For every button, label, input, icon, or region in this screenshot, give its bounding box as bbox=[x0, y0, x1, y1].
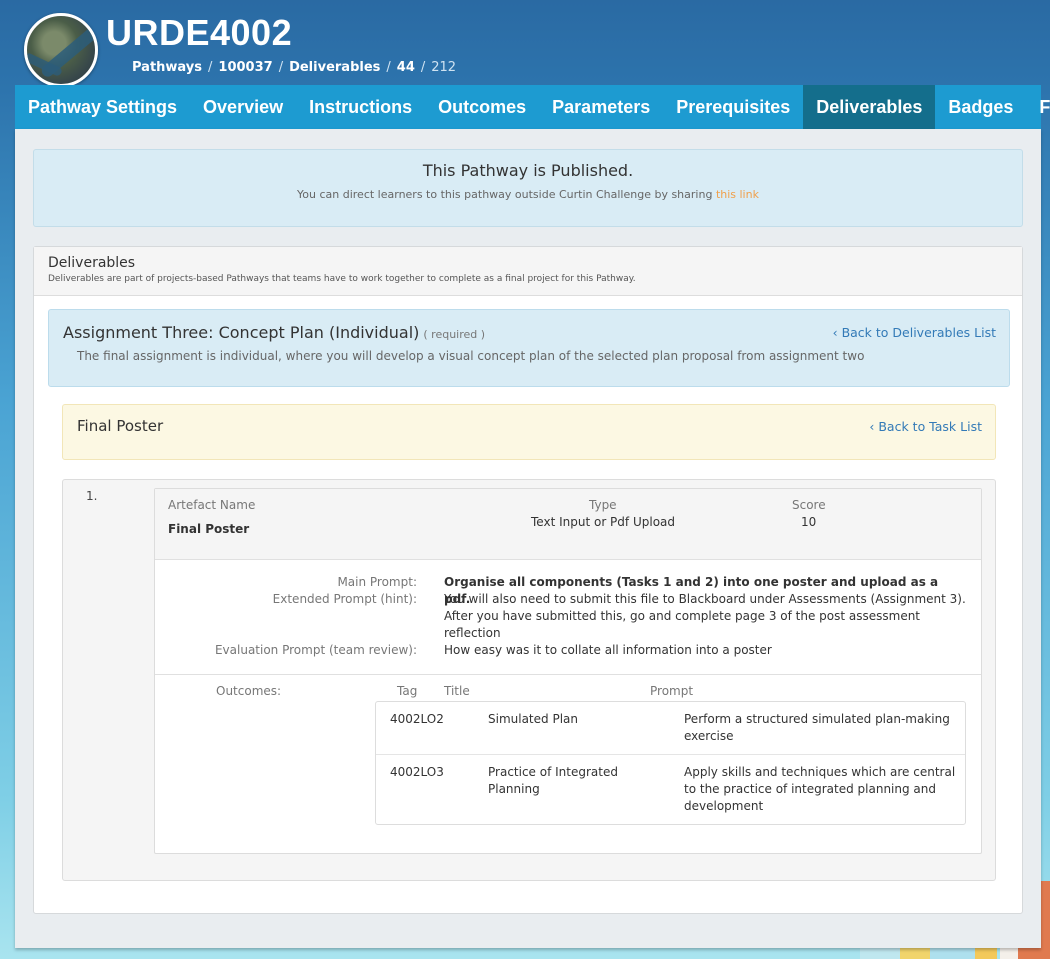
evaluation-prompt-label: Evaluation Prompt (team review): bbox=[214, 643, 417, 657]
assignment-panel: Assignment Three: Concept Plan (Individu… bbox=[48, 309, 1010, 387]
artefact-card: Artefact Name Final Poster Type Text Inp… bbox=[154, 488, 982, 854]
deliverables-title: Deliverables bbox=[48, 255, 136, 271]
artefact-score-label: Score bbox=[792, 498, 826, 512]
course-code-title: URDE4002 bbox=[106, 12, 293, 53]
outcome-row: 4002LO3 Practice of Integrated Planning … bbox=[376, 754, 965, 824]
pathway-avatar bbox=[24, 13, 98, 87]
chevron-left-icon: ‹ bbox=[832, 325, 842, 340]
evaluation-prompt: How easy was it to collate all informati… bbox=[444, 643, 772, 657]
tab-instructions[interactable]: Instructions bbox=[296, 85, 425, 129]
outcomes-header-prompt: Prompt bbox=[650, 684, 694, 698]
outcome-tag: 4002LO2 bbox=[390, 712, 444, 726]
published-text: You can direct learners to this pathway … bbox=[297, 188, 759, 201]
tab-overview[interactable]: Overview bbox=[190, 85, 296, 129]
published-title: This Pathway is Published. bbox=[422, 161, 634, 180]
outcome-title: Simulated Plan bbox=[488, 712, 578, 726]
tab-deliverables[interactable]: Deliverables bbox=[803, 85, 936, 129]
tab-prerequisites[interactable]: Prerequisites bbox=[663, 85, 803, 129]
main-prompt-label: Main Prompt: bbox=[337, 575, 417, 589]
extended-prompt-label: Extended Prompt (hint): bbox=[272, 592, 417, 606]
outcome-row: 4002LO2 Simulated Plan Perform a structu… bbox=[376, 702, 965, 754]
extended-prompt: You will also need to submit this file t… bbox=[444, 592, 966, 640]
pathway-tabs: Pathway Settings Overview Instructions O… bbox=[15, 85, 1050, 129]
assignment-title: Assignment Three: Concept Plan (Individu… bbox=[63, 323, 486, 342]
tab-pathway-settings[interactable]: Pathway Settings bbox=[15, 85, 190, 129]
artefact-score: 10 bbox=[801, 515, 817, 529]
artefact-prompts: Main Prompt: Organise all components (Ta… bbox=[155, 560, 981, 675]
artefact-type-label: Type bbox=[589, 498, 617, 512]
outcome-tag: 4002LO3 bbox=[390, 765, 444, 779]
artefact-header: Artefact Name Final Poster Type Text Inp… bbox=[155, 489, 981, 560]
artefact-outcomes: Outcomes: Tag Title Prompt 4002LO2 Simul… bbox=[155, 675, 981, 845]
outcomes-header-tag: Tag bbox=[397, 684, 418, 698]
task-panel: Final Poster ‹ Back to Task List bbox=[62, 404, 996, 460]
outcomes-header-title: Title bbox=[444, 684, 470, 698]
outcome-title: Practice of Integrated Planning bbox=[488, 765, 618, 796]
tab-parameters[interactable]: Parameters bbox=[539, 85, 663, 129]
share-link[interactable]: this link bbox=[716, 188, 759, 201]
required-badge: ( required ) bbox=[423, 328, 486, 341]
artefact-number: 1. bbox=[86, 489, 98, 503]
outcome-prompt: Apply skills and techniques which are ce… bbox=[684, 765, 956, 813]
deliverables-header: Deliverables Deliverables are part of pr… bbox=[34, 247, 1022, 296]
artefact-type: Text Input or Pdf Upload bbox=[531, 515, 675, 529]
assignment-description: The final assignment is individual, wher… bbox=[77, 349, 865, 363]
outcomes-label: Outcomes: bbox=[216, 684, 282, 698]
main-panel: This Pathway is Published. You can direc… bbox=[15, 129, 1041, 948]
artefact-list: 1. Artefact Name Final Poster Type Text … bbox=[62, 479, 996, 881]
breadcrumb-pathways[interactable]: Pathways bbox=[132, 60, 202, 75]
artefact-name: Final Poster bbox=[168, 522, 250, 536]
back-to-task-list-link[interactable]: ‹ Back to Task List bbox=[869, 419, 982, 434]
outcomes-table: 4002LO2 Simulated Plan Perform a structu… bbox=[375, 701, 966, 825]
published-notice: This Pathway is Published. You can direc… bbox=[33, 149, 1023, 227]
deliverables-subtitle: Deliverables are part of projects-based … bbox=[48, 274, 636, 284]
breadcrumb-deliverables[interactable]: Deliverables bbox=[289, 60, 380, 75]
outcome-prompt: Perform a structured simulated plan-maki… bbox=[684, 712, 950, 743]
deliverables-card: Deliverables Deliverables are part of pr… bbox=[33, 246, 1023, 914]
task-title: Final Poster bbox=[77, 417, 164, 435]
chevron-left-icon: ‹ bbox=[869, 419, 879, 434]
breadcrumb: Pathways/100037/Deliverables/44/212 bbox=[132, 60, 457, 75]
breadcrumb-task-id: 212 bbox=[431, 60, 457, 75]
breadcrumb-deliverable-id[interactable]: 44 bbox=[397, 60, 415, 75]
back-to-deliverables-link[interactable]: ‹ Back to Deliverables List bbox=[833, 325, 996, 340]
breadcrumb-pathway-id[interactable]: 100037 bbox=[218, 60, 272, 75]
tab-badges[interactable]: Badges bbox=[935, 85, 1026, 129]
tab-outcomes[interactable]: Outcomes bbox=[425, 85, 539, 129]
tab-finish[interactable]: Finish bbox=[1026, 85, 1050, 129]
artefact-name-label: Artefact Name bbox=[168, 498, 256, 512]
